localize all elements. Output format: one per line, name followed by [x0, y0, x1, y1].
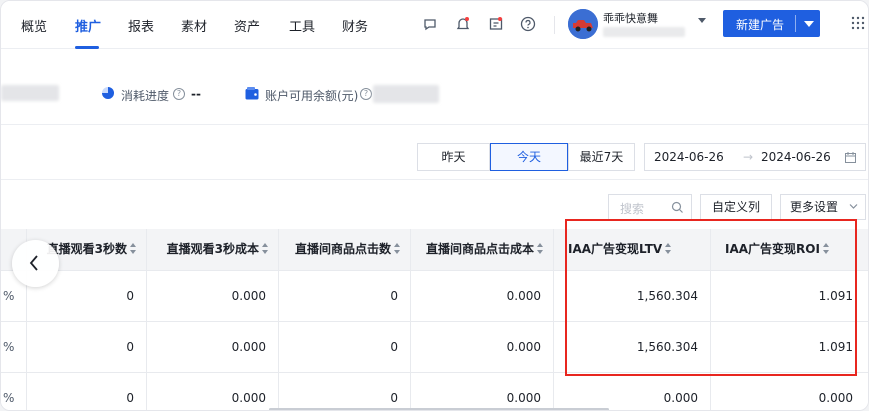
- table-cell: 0: [279, 322, 411, 373]
- table-cell: 0: [27, 322, 147, 373]
- apps-grid-icon[interactable]: [851, 16, 865, 30]
- range-arrow-icon: →: [743, 150, 754, 164]
- chevron-down-icon: [849, 204, 858, 209]
- col-header-label: 直播间商品点击数: [294, 242, 391, 256]
- more-settings-label: 更多设置: [790, 200, 839, 214]
- question-icon[interactable]: ?: [360, 88, 372, 100]
- nav-item-tools[interactable]: 工具: [289, 16, 315, 35]
- account-name[interactable]: 乖乖快意舞: [603, 10, 658, 26]
- chevron-left-icon: [29, 255, 38, 271]
- nav-item-overview[interactable]: 概览: [21, 16, 47, 35]
- sort-icon[interactable]: [665, 243, 672, 255]
- data-table: 直播观看3秒数 直播观看3秒成本 直播间商品点击数 直播间商品点击成本 IAA广…: [1, 229, 868, 410]
- nav-divider: [554, 16, 555, 34]
- redacted-balance: [373, 85, 439, 103]
- nav-item-promotion[interactable]: 推广: [75, 16, 101, 35]
- question-icon[interactable]: ?: [173, 88, 185, 100]
- nav-item-materials[interactable]: 素材: [181, 16, 207, 35]
- top-nav: 概览 推广 报表 素材 资产 工具 财务 乖乖快意舞 新建广告: [1, 1, 868, 49]
- search-icon[interactable]: [671, 201, 684, 214]
- app-window: 概览 推广 报表 素材 资产 工具 财务 乖乖快意舞 新建广告 消耗进度 ? -…: [0, 0, 869, 411]
- range-end-date: 2024-06-26: [761, 150, 831, 164]
- account-stats-bar: 消耗进度 ? -- 账户可用余额(元) ?: [1, 49, 868, 125]
- new-ad-button[interactable]: 新建广告: [723, 10, 820, 37]
- table-cell: 1,560.304: [554, 271, 711, 322]
- date-yesterday-button[interactable]: 昨天: [417, 143, 490, 171]
- table-cell: 0.000: [711, 373, 868, 410]
- col-header-product-click-cost[interactable]: 直播间商品点击成本: [411, 229, 554, 271]
- consume-progress-value: --: [191, 87, 201, 101]
- new-ad-label: 新建广告: [736, 18, 785, 32]
- feedback-icon[interactable]: [421, 15, 439, 33]
- table-cell: 0.000: [411, 271, 554, 322]
- col-header-live-3s-cost[interactable]: 直播观看3秒成本: [147, 229, 279, 271]
- table-cell: %: [1, 373, 27, 410]
- table-cell: 0.000: [554, 373, 711, 410]
- table-cell: 1,560.304: [554, 322, 711, 373]
- table-cell: 0.000: [411, 373, 554, 410]
- avatar[interactable]: [568, 9, 598, 39]
- pie-progress-icon: [102, 87, 114, 99]
- date-range-picker[interactable]: 2024-06-26 → 2024-06-26: [644, 143, 866, 171]
- new-ad-dropdown-icon[interactable]: [804, 21, 814, 27]
- sort-icon[interactable]: [130, 243, 136, 255]
- sort-icon[interactable]: [262, 243, 268, 255]
- balance-label: 账户可用余额(元): [265, 89, 359, 103]
- message-icon[interactable]: [487, 15, 505, 33]
- col-header-label: IAA广告变现ROI: [725, 242, 820, 256]
- date-last7-button[interactable]: 最近7天: [568, 143, 635, 171]
- sort-icon[interactable]: [822, 243, 829, 255]
- account-id-redacted: [603, 27, 685, 37]
- table-cell: %: [1, 322, 27, 373]
- more-settings-button[interactable]: 更多设置: [780, 194, 866, 220]
- car-avatar-icon: [568, 9, 598, 39]
- sort-icon[interactable]: [537, 243, 543, 255]
- nav-item-assets[interactable]: 资产: [234, 16, 260, 35]
- wallet-icon: [245, 87, 259, 100]
- table-cell: 1.091: [711, 271, 868, 322]
- new-ad-split: [795, 15, 796, 32]
- search-placeholder: 搜索: [620, 202, 645, 216]
- consume-progress-label: 消耗进度: [121, 89, 170, 103]
- col-header-iaa-roi[interactable]: IAA广告变现ROI: [711, 229, 868, 271]
- bell-icon[interactable]: [454, 15, 472, 33]
- search-input[interactable]: 搜索: [608, 194, 692, 220]
- table-cell: 0: [279, 271, 411, 322]
- section-divider: [1, 179, 868, 180]
- col-header-iaa-ltv[interactable]: IAA广告变现LTV: [554, 229, 711, 271]
- table-cell: 0.000: [411, 322, 554, 373]
- table-cell: 1.091: [711, 322, 868, 373]
- col-header-product-clicks[interactable]: 直播间商品点击数: [279, 229, 411, 271]
- account-dropdown-caret[interactable]: [698, 18, 706, 23]
- calendar-icon: [845, 152, 856, 163]
- table-cell: 0.000: [147, 373, 279, 410]
- redacted-value: [1, 85, 59, 101]
- help-icon[interactable]: [519, 15, 537, 33]
- col-header-label: 直播观看3秒成本: [166, 242, 259, 256]
- table-cell: 0: [27, 373, 147, 410]
- table-cell: 0: [279, 373, 411, 410]
- col-header-label: 直播间商品点击成本: [425, 242, 534, 256]
- col-header-label: IAA广告变现LTV: [568, 242, 663, 256]
- nav-item-finance[interactable]: 财务: [342, 16, 368, 35]
- table-cell: 0.000: [147, 271, 279, 322]
- sort-icon[interactable]: [394, 243, 400, 255]
- date-today-button[interactable]: 今天: [490, 143, 568, 171]
- custom-columns-button[interactable]: 自定义列: [700, 194, 772, 220]
- scroll-left-button[interactable]: [12, 240, 59, 287]
- col-header-label: 直播观看3秒数: [46, 242, 127, 256]
- nav-item-reports[interactable]: 报表: [128, 16, 154, 35]
- table-cell: 0.000: [147, 322, 279, 373]
- range-start-date: 2024-06-26: [654, 150, 724, 164]
